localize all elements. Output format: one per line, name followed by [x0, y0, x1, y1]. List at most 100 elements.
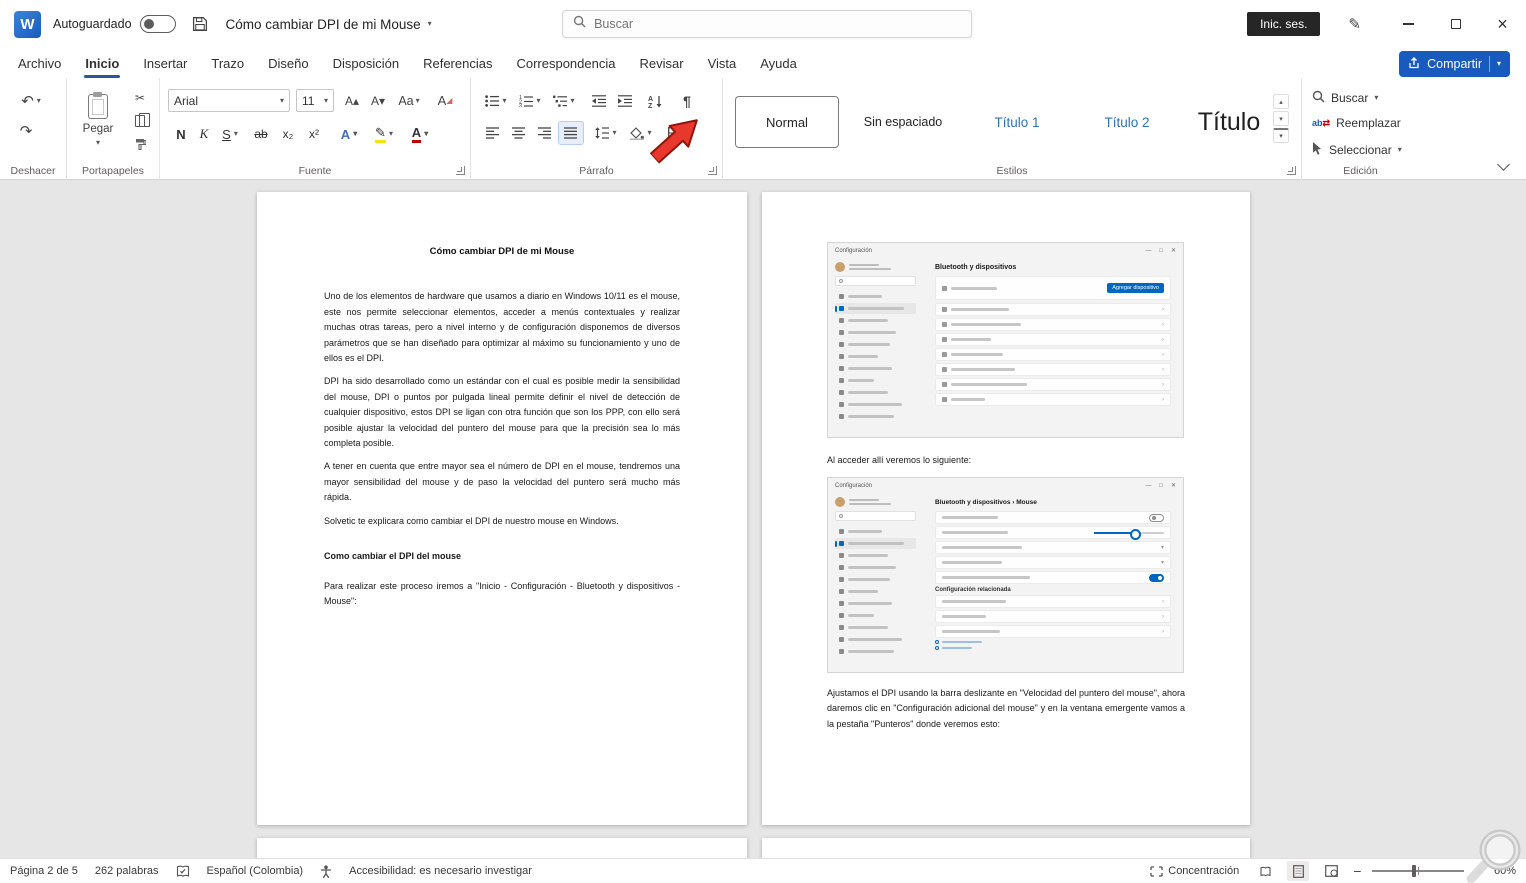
print-layout-button[interactable]	[1287, 861, 1310, 881]
mini-nav-item-active	[835, 538, 916, 549]
web-layout-button[interactable]	[1320, 861, 1342, 881]
font-color-button[interactable]: A ▾	[404, 122, 436, 146]
accessibility-icon[interactable]	[320, 864, 332, 878]
style-titulo[interactable]: Título	[1181, 96, 1277, 148]
align-left-button[interactable]	[481, 122, 505, 144]
ribbon-tab-bar: Archivo Inicio Insertar Trazo Diseño Dis…	[0, 48, 1526, 78]
undo-button[interactable]: ↶ ▾	[14, 90, 48, 112]
paste-button[interactable]: Pegar ▾	[73, 86, 123, 154]
superscript-button[interactable]: x²	[302, 122, 326, 146]
autosave-toggle[interactable]	[139, 15, 176, 33]
doc-paragraph: DPI ha sido desarrollado como un estánda…	[324, 376, 680, 449]
increase-indent-button[interactable]	[613, 90, 637, 112]
page-3-partial[interactable]	[257, 838, 747, 858]
inking-pen-icon[interactable]: ✎	[1348, 15, 1361, 33]
page-2[interactable]: Configuración — □ ✕ Bluetooth y dispositi	[762, 192, 1250, 825]
collapse-ribbon-chevron-icon[interactable]	[1497, 158, 1510, 171]
mini-nav-item	[835, 315, 916, 326]
align-right-button[interactable]	[533, 122, 557, 144]
grow-font-button[interactable]: A▴	[340, 89, 364, 112]
gallery-down-icon[interactable]: ▾	[1273, 111, 1289, 126]
highlight-color-button[interactable]: ✎ ▾	[368, 122, 400, 146]
svg-text:A: A	[648, 96, 653, 103]
tab-revisar[interactable]: Revisar	[627, 48, 695, 78]
text-effects-button[interactable]: A ▾	[334, 122, 364, 146]
zoom-slider[interactable]	[1372, 865, 1465, 877]
line-spacing-button[interactable]: ▾	[591, 122, 621, 144]
format-painter-button[interactable]	[127, 134, 153, 154]
style-normal[interactable]: Normal	[735, 96, 839, 148]
mini-nav-item	[835, 411, 916, 422]
language-indicator[interactable]: Español (Colombia)	[207, 865, 304, 877]
multilevel-list-icon	[553, 95, 568, 107]
align-center-button[interactable]	[507, 122, 531, 144]
tab-referencias[interactable]: Referencias	[411, 48, 504, 78]
gallery-expand-icon[interactable]: ▾	[1273, 128, 1289, 143]
tab-diseno[interactable]: Diseño	[256, 48, 320, 78]
subscript-button[interactable]: x₂	[276, 122, 300, 146]
copy-icon	[135, 112, 150, 127]
proofing-icon[interactable]	[176, 865, 190, 878]
sort-button[interactable]: AZ	[641, 90, 669, 112]
tab-insertar[interactable]: Insertar	[131, 48, 199, 78]
share-button[interactable]: Compartir ▾	[1399, 51, 1510, 77]
cursor-icon	[1312, 142, 1323, 158]
minimize-button[interactable]	[1385, 0, 1432, 48]
group-editing: Buscar ▾ ab⇄ Reemplazar Seleccionar ▾ Ed…	[1312, 90, 1402, 177]
document-title[interactable]: Cómo cambiar DPI de mi Mouse ▾	[226, 17, 432, 32]
zoom-slider-handle[interactable]	[1412, 865, 1417, 877]
replace-button[interactable]: ab⇄ Reemplazar	[1312, 116, 1401, 130]
tab-trazo[interactable]: Trazo	[199, 48, 256, 78]
focus-mode-button[interactable]: Concentración	[1150, 865, 1239, 877]
page-indicator[interactable]: Página 2 de 5	[10, 865, 78, 877]
copy-button[interactable]	[127, 111, 153, 131]
tab-disposicion[interactable]: Disposición	[321, 48, 411, 78]
mini-nav-item	[835, 598, 916, 609]
select-button[interactable]: Seleccionar ▾	[1312, 142, 1402, 158]
save-icon[interactable]	[192, 16, 208, 32]
share-icon	[1408, 56, 1420, 72]
tab-ayuda[interactable]: Ayuda	[748, 48, 809, 78]
justify-button[interactable]	[558, 121, 584, 145]
mini-nav-item	[835, 363, 916, 374]
title-bar: W Autoguardado Cómo cambiar DPI de mi Mo…	[0, 0, 1526, 48]
underline-button[interactable]: S ▾	[216, 122, 244, 146]
tab-vista[interactable]: Vista	[696, 48, 749, 78]
page-4-partial[interactable]	[762, 838, 1250, 858]
zoom-out-button[interactable]: −	[1353, 863, 1361, 879]
search-input[interactable]	[594, 17, 962, 31]
maximize-button[interactable]	[1432, 0, 1479, 48]
font-size-combo[interactable]: 11 ▾	[296, 89, 334, 112]
gallery-up-icon[interactable]: ▴	[1273, 94, 1289, 109]
style-titulo-2[interactable]: Título 2	[1075, 96, 1179, 148]
style-titulo-1[interactable]: Título 1	[965, 96, 1069, 148]
find-button[interactable]: Buscar ▾	[1312, 90, 1378, 106]
decrease-indent-button[interactable]	[587, 90, 611, 112]
page-1[interactable]: Cómo cambiar DPI de mi Mouse Uno de los …	[257, 192, 747, 825]
font-name-combo[interactable]: Arial ▾	[168, 89, 290, 112]
strikethrough-button[interactable]: ab	[248, 122, 274, 146]
read-mode-button[interactable]	[1254, 861, 1276, 881]
numbering-button[interactable]: 1 2 3 ▾	[515, 90, 545, 112]
search-box[interactable]	[562, 10, 973, 38]
close-button[interactable]: ×	[1479, 0, 1526, 48]
bullets-button[interactable]: ▾	[481, 90, 511, 112]
bold-button[interactable]: N	[170, 122, 192, 146]
redo-button[interactable]: ↷	[14, 120, 38, 142]
italic-button[interactable]: K	[194, 122, 214, 146]
multilevel-list-button[interactable]: ▾	[549, 90, 579, 112]
sign-in-button[interactable]: Inic. ses.	[1247, 12, 1321, 36]
tab-archivo[interactable]: Archivo	[6, 48, 73, 78]
tab-correspondencia[interactable]: Correspondencia	[504, 48, 627, 78]
tab-inicio[interactable]: Inicio	[73, 48, 131, 78]
ribbon: ↶ ▾ ↷ Deshacer Pegar ▾ ✂ Portapapeles Ari…	[0, 78, 1526, 180]
change-case-button[interactable]: Aa ▾	[393, 89, 425, 112]
cut-button[interactable]: ✂	[127, 88, 153, 108]
shrink-font-button[interactable]: A▾	[366, 89, 390, 112]
clear-formatting-button[interactable]: A ◢	[432, 89, 458, 112]
mini-nav-item	[835, 291, 916, 302]
shading-icon	[630, 126, 645, 140]
word-count[interactable]: 262 palabras	[95, 865, 159, 877]
accessibility-status[interactable]: Accesibilidad: es necesario investigar	[349, 865, 532, 877]
style-sin-espaciado[interactable]: Sin espaciado	[847, 96, 959, 148]
